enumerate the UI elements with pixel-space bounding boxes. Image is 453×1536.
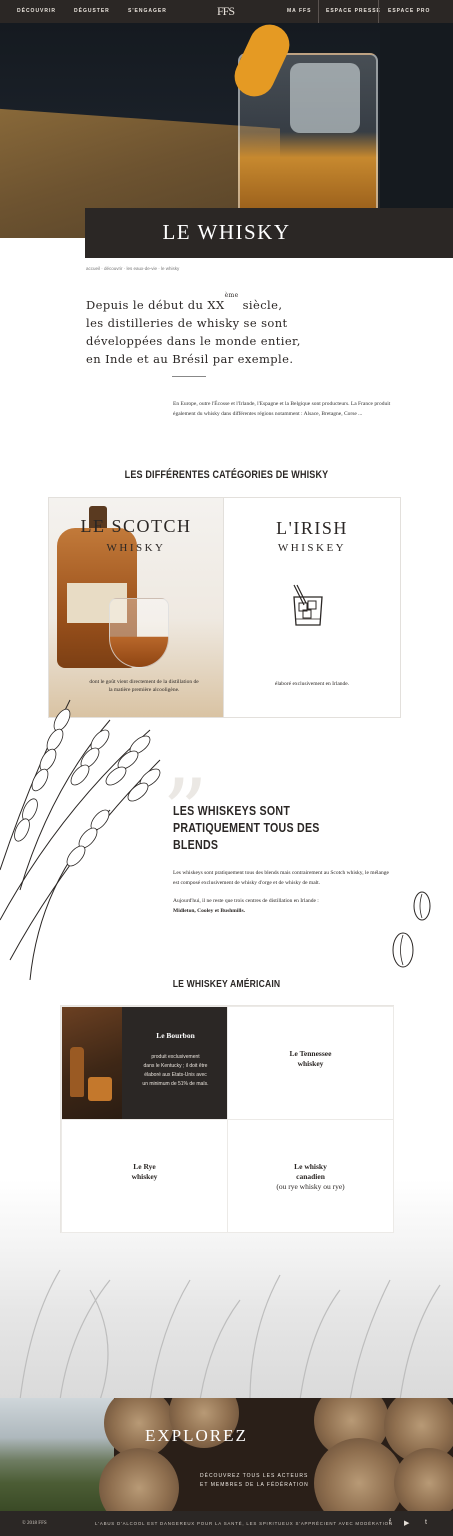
whisky-glass-icon (293, 584, 323, 626)
bourbon-desc-line: dans le Kentucky ; il doit être (143, 1063, 208, 1069)
bourbon-title: Le Bourbon (156, 1031, 195, 1040)
intro-lead: Depuis le début du XXème siècle, les dis… (86, 292, 356, 368)
irish-subtitle: WHISKEY (277, 542, 347, 554)
nav-decouvrir[interactable]: DÉCOUVRIR (17, 8, 56, 14)
irish-card[interactable]: L'IRISH WHISKEY élaboré exclusivement en… (223, 497, 401, 718)
tennessee-title: Le Tennessee whiskey (228, 1049, 393, 1069)
canadian-title: Le whisky canadien (ou rye whisky ou rye… (228, 1162, 393, 1192)
vineyard-landscape-image (0, 1398, 114, 1511)
bourbon-bottle-image (70, 1047, 84, 1097)
explore-title: EXPLOREZ (145, 1426, 248, 1445)
top-navigation: DÉCOUVRIR DÉGUSTER S'ENGAGER FFS MA FFS … (0, 0, 453, 23)
facebook-icon[interactable]: f (389, 1519, 391, 1526)
canadian-subtitle: (ou rye whisky ou rye) (276, 1182, 345, 1191)
page-title-box: LE WHISKY (85, 208, 453, 258)
nav-espace-presse[interactable]: ESPACE PRESSE (326, 8, 381, 14)
american-whiskey-grid: Le Bourbon produit exclusivement dans le… (60, 1005, 394, 1233)
explore-banner[interactable] (0, 1398, 453, 1511)
nav-espace-pro[interactable]: ESPACE PRO (388, 8, 430, 14)
twitter-icon[interactable]: t (425, 1519, 427, 1526)
nav-deguster[interactable]: DÉGUSTER (74, 8, 110, 14)
intro-paragraph: En Europe, outre l'Écosse et l'Irlande, … (173, 401, 391, 417)
barrels-image (99, 1398, 453, 1511)
nav-sengager[interactable]: S'ENGAGER (128, 8, 167, 14)
blends-title: LES WHISKEYS SONT PRATIQUEMENT TOUS DES … (173, 804, 320, 852)
blends-paragraph-1: Les whiskeys sont pratiquement tous des … (173, 870, 389, 886)
bourbon-card[interactable]: Le Bourbon produit exclusivement dans le… (61, 1006, 229, 1121)
tasting-glass-image (109, 598, 169, 668)
irish-title: L'IRISH (276, 518, 348, 538)
bourbon-glass-image (88, 1077, 112, 1101)
nav-ma-ffs[interactable]: MA FFS (287, 8, 311, 14)
bourbon-desc-line: un minimum de 51% de maïs. (142, 1081, 209, 1087)
intro-line-3: développées dans le monde entier, (86, 333, 301, 348)
intro-line-1-end: siècle, (238, 297, 283, 312)
rye-title-line: Le Rye (133, 1162, 156, 1171)
intro-superscript: ème (224, 292, 239, 299)
nav-divider (318, 0, 319, 23)
health-warning: L'ABUS D'ALCOOL EST DANGEREUX POUR LA SA… (95, 1521, 393, 1526)
copyright: © 2018 FFS (22, 1521, 47, 1526)
canadian-title-line: canadien (296, 1172, 325, 1181)
bourbon-desc-line: élaboré aux Etats-Unis avec (144, 1072, 207, 1078)
blends-distilleries: Midleton, Cooley et Bushmills. (173, 908, 245, 914)
tennessee-title-line: whiskey (297, 1059, 324, 1068)
canadian-card[interactable]: Le whisky canadien (ou rye whisky ou rye… (227, 1119, 394, 1233)
intro-line-1: Depuis le début du XX (86, 297, 225, 312)
intro-line-4: en Inde et au Brésil par exemple. (86, 351, 294, 366)
bourbon-description: produit exclusivement dans le Kentucky ;… (122, 1053, 229, 1089)
american-title: LE WHISKEY AMÉRICAIN (172, 978, 281, 990)
hero-shadow (380, 23, 453, 238)
irish-description: élaboré exclusivement en Irlande. (274, 681, 350, 687)
explore-subtitle-line: DÉCOUVREZ TOUS LES ACTEURS (200, 1473, 309, 1479)
bourbon-desc-line: produit exclusivement (151, 1054, 200, 1060)
explore-subtitle-line: ET MEMBRES DE LA FÉDÉRATION (200, 1482, 309, 1488)
canadian-title-line: Le whisky (294, 1162, 327, 1171)
rye-title: Le Rye whiskey (62, 1162, 227, 1182)
ice-cube-image (290, 63, 360, 133)
rye-title-line: whiskey (131, 1172, 158, 1181)
grain-seed-icon (413, 891, 431, 921)
youtube-icon[interactable]: ▶ (404, 1519, 409, 1527)
breadcrumb[interactable]: accueil · découvrir · les eaux-de-vie · … (86, 266, 179, 271)
blends-paragraph-2: Aujourd'hui, il ne reste que trois centr… (173, 898, 319, 904)
blends-text: Les whiskeys sont pratiquement tous des … (173, 868, 393, 916)
tennessee-title-line: Le Tennessee (289, 1049, 332, 1058)
footer: © 2018 FFS L'ABUS D'ALCOOL EST DANGEREUX… (0, 1511, 453, 1536)
page-title: LE WHISKY (162, 220, 291, 244)
grain-seed-icon (392, 932, 414, 968)
scotch-subtitle: WHISKY (106, 542, 166, 554)
tennessee-card[interactable]: Le Tennessee whiskey (227, 1006, 394, 1120)
wheat-illustration (0, 699, 161, 980)
explore-subtitle: DÉCOUVREZ TOUS LES ACTEURS ET MEMBRES DE… (200, 1472, 360, 1490)
scotch-title: LE SCOTCH (80, 516, 192, 536)
nav-divider (378, 0, 379, 23)
intro-line-2: les distilleries de whisky se sont (86, 315, 288, 330)
rye-card[interactable]: Le Rye whiskey (61, 1119, 228, 1233)
bourbon-photo (62, 1007, 122, 1121)
ffs-logo[interactable]: FFS (217, 4, 235, 19)
hero-image (0, 23, 453, 238)
intro-divider (172, 376, 206, 377)
categories-title: LES DIFFÉRENTES CATÉGORIES DE WHISKY (124, 469, 329, 481)
